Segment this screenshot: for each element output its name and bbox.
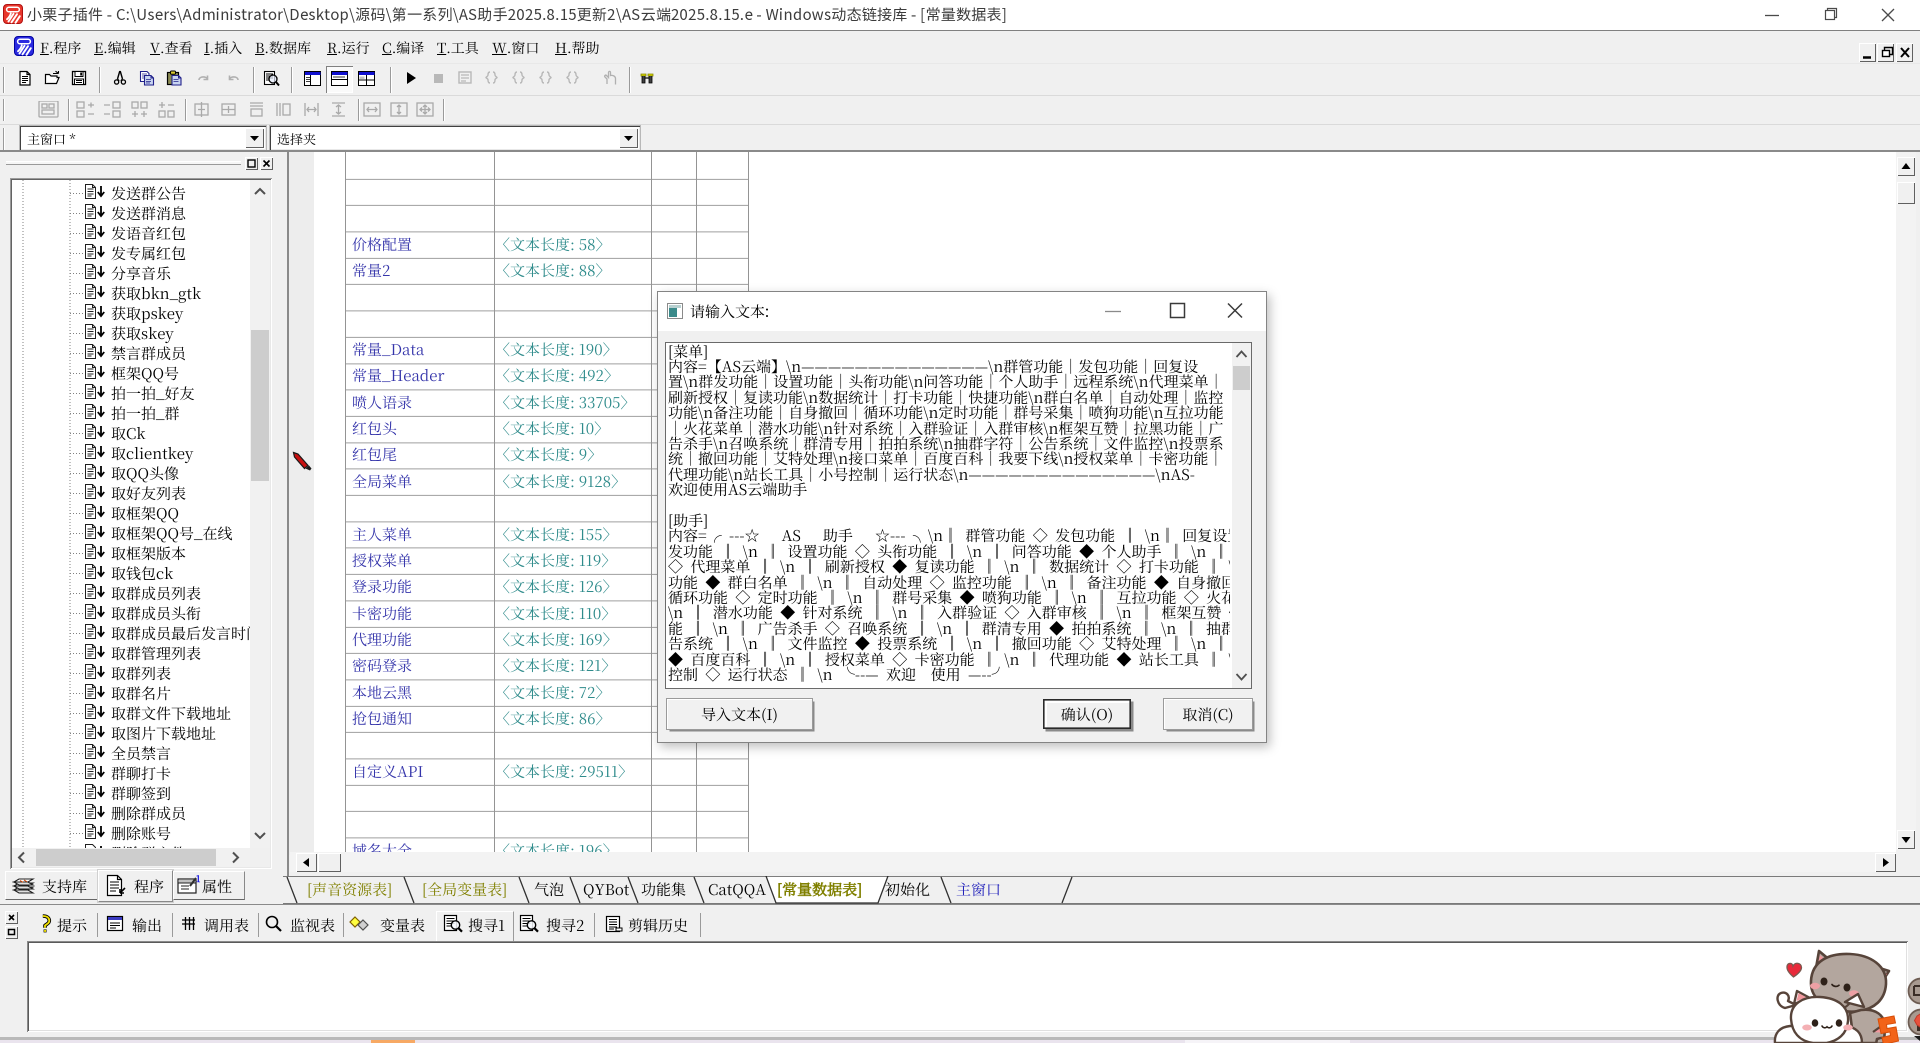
- svg-text:1: 1: [196, 874, 201, 885]
